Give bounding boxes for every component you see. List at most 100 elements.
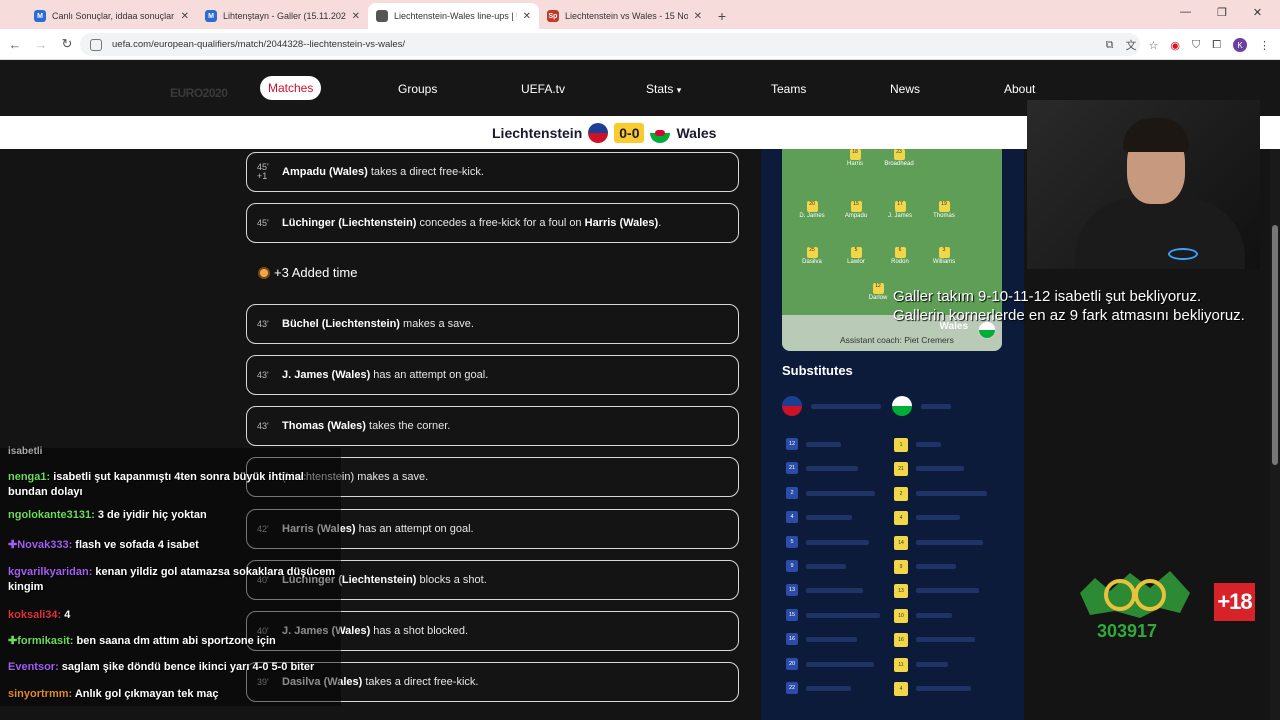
chat-username[interactable]: ✚formikasit: [8, 635, 73, 647]
nav-uefa-tv[interactable]: UEFA.tv [521, 82, 565, 96]
chat-username[interactable]: nenga1: [8, 471, 50, 483]
browser-tab[interactable]: Sp Liechtenstein vs Wales - 15 Nov ✕ [539, 3, 710, 29]
shirt-icon: 13 [894, 584, 908, 599]
euro-logo[interactable]: EURO2020 [170, 86, 228, 100]
lineup-player[interactable]: 3 Williams [924, 247, 964, 265]
lineup-player[interactable]: 5 Lawlor [836, 247, 876, 265]
lineup-player[interactable]: 15 Ampadu [836, 201, 876, 219]
substitutes-title: Substitutes [782, 363, 853, 378]
chat-username[interactable]: ✚Novak333: [8, 539, 72, 551]
player-name: Thomas [933, 213, 955, 219]
restore-button[interactable]: ❐ [1217, 6, 1227, 19]
substitute-row[interactable]: 22 [786, 486, 1006, 501]
reload-icon[interactable]: ↻ [54, 36, 80, 52]
shirt-number-badge: 22 [786, 682, 798, 694]
chat-username[interactable]: sinyortrmm: [8, 688, 72, 700]
added-time-marker: +3 Added time [260, 265, 357, 280]
browser-tab[interactable]: Liechtenstein-Wales line-ups | U ✕ [368, 3, 539, 29]
minimize-button[interactable]: — [1180, 6, 1191, 19]
event-minute: 43' [257, 420, 269, 431]
shirt-number-badge: 13 [786, 584, 798, 597]
liechtenstein-flag-icon [588, 123, 609, 143]
back-icon[interactable]: ← [2, 37, 28, 52]
scrollbar-thumb[interactable] [1272, 225, 1278, 465]
lineup-player[interactable]: 25 Dasilva [792, 247, 832, 265]
close-icon[interactable]: ✕ [181, 11, 189, 22]
match-event: 45' Lüchinger (Liechtenstein) concedes a … [246, 203, 739, 243]
substitute-row[interactable]: 15 10 [786, 608, 1006, 623]
lineup-player[interactable]: 20 D. James [792, 201, 832, 219]
nav-about[interactable]: About [1004, 82, 1035, 96]
player-name-placeholder [916, 612, 952, 618]
chat-message: koksali34: 4 [8, 608, 338, 623]
nav-news[interactable]: News [890, 82, 920, 96]
player-name-placeholder [916, 466, 964, 472]
chat-username[interactable]: kgvarilkyaridan: [8, 566, 92, 578]
lineup-player[interactable]: 12 Darlow [858, 283, 898, 301]
close-icon[interactable]: ✕ [694, 11, 702, 22]
substitute-row[interactable]: 21 21 [786, 462, 1006, 477]
chat-message: kgvarilkyaridan: kenan yildiz gol atamaz… [8, 565, 338, 595]
lineup-player[interactable]: 23 Broadhead [879, 149, 919, 167]
translate-icon[interactable]: 文 [1125, 37, 1136, 53]
chat-username[interactable]: koksali34: [8, 609, 61, 621]
shirt-number-badge: 16 [786, 633, 798, 646]
substitute-row[interactable]: 16 16 [786, 633, 1006, 648]
extensions-icon[interactable]: ⧠ [1212, 39, 1221, 52]
opera-icon[interactable]: ◉ [1170, 39, 1180, 52]
shield-icon[interactable]: ⛉ [1192, 39, 1200, 52]
chat-username[interactable]: Eventsor: [8, 661, 59, 673]
nav-matches[interactable]: Matches [260, 76, 322, 100]
substitute-row[interactable]: 12 1 [786, 438, 1006, 452]
shirt-number-badge: 12 [786, 438, 798, 450]
site-info-icon[interactable] [90, 38, 102, 51]
team-name-placeholder [921, 404, 951, 409]
url-bar[interactable]: uefa.com/european-qualifiers/match/20443… [80, 33, 1140, 56]
browser-tab[interactable]: M Lihtenştayn - Galler (15.11.2023 ✕ [197, 3, 368, 29]
chat-message: ✚formikasit: ben saana dm attım abi spor… [8, 634, 338, 649]
nav-stats[interactable]: Stats ▾ [646, 82, 681, 96]
nav-groups[interactable]: Groups [398, 82, 437, 96]
close-icon[interactable]: ✕ [523, 11, 531, 22]
chat-username[interactable]: ngolokante3131: [8, 509, 95, 521]
lineup-player[interactable]: 19 Thomas [924, 201, 964, 219]
lineup-player[interactable]: 6 Rodon [880, 247, 920, 265]
chat-text: Anlık gol çıkmayan tek maç [72, 688, 219, 700]
menu-kebab-icon[interactable]: ⋮ [1259, 39, 1270, 52]
chat-text: isabetli şut kapanmıştı 4ten sonra büyük… [8, 471, 304, 498]
player-name-placeholder [806, 515, 852, 521]
substitute-row[interactable]: 20 11 [786, 657, 1006, 672]
tab-title: Liechtenstein-Wales line-ups | U [394, 11, 517, 21]
new-tab-button[interactable]: + [710, 3, 734, 29]
shirt-icon: 20 [806, 201, 818, 212]
away-team-name[interactable]: Wales [676, 125, 716, 141]
lineup-player[interactable]: 17 J. James [880, 201, 920, 219]
close-icon[interactable]: ✕ [352, 11, 360, 22]
nav-teams[interactable]: Teams [771, 82, 806, 96]
substitute-row[interactable]: 22 4 [786, 682, 1006, 696]
player-name-placeholder [916, 515, 960, 521]
bookmark-star-icon[interactable]: ☆ [1148, 39, 1158, 52]
close-window-button[interactable]: ✕ [1253, 6, 1262, 19]
browser-tab[interactable]: M Canlı Sonuçlar, iddaa sonuçları ✕ [26, 3, 197, 29]
browser-tab-bar: M Canlı Sonuçlar, iddaa sonuçları ✕ M Lihten… [0, 0, 1280, 29]
home-team-name[interactable]: Liechtenstein [492, 125, 582, 141]
address-bar-row: ← → ↻ uefa.com/european-qualifiers/match… [0, 29, 1280, 60]
substitute-row[interactable]: 5 14 [786, 535, 1006, 550]
chat-cut-line: isabetli [8, 446, 43, 457]
player-name-placeholder [916, 564, 956, 569]
wales-flag-icon[interactable] [892, 396, 912, 416]
lineup-player[interactable]: 18 Harris [835, 149, 875, 167]
profile-avatar[interactable]: K [1233, 38, 1247, 52]
player-name-placeholder [806, 442, 841, 447]
cast-icon[interactable]: ⧉ [1106, 39, 1114, 52]
tab-title: Canlı Sonuçlar, iddaa sonuçları [52, 11, 175, 21]
substitute-row[interactable]: 13 13 [786, 584, 1006, 599]
substitute-row[interactable]: 99 [786, 560, 1006, 574]
assistant-coach: Assistant coach: Piet Cremers [840, 335, 954, 345]
liechtenstein-flag-icon[interactable] [782, 396, 802, 416]
substitute-row[interactable]: 44 [786, 511, 1006, 526]
page-scrollbar[interactable] [1270, 149, 1280, 720]
forward-icon[interactable]: → [28, 37, 54, 52]
chat-message: ngolokante3131: 3 de iyidir hiç yoktan [8, 508, 338, 523]
